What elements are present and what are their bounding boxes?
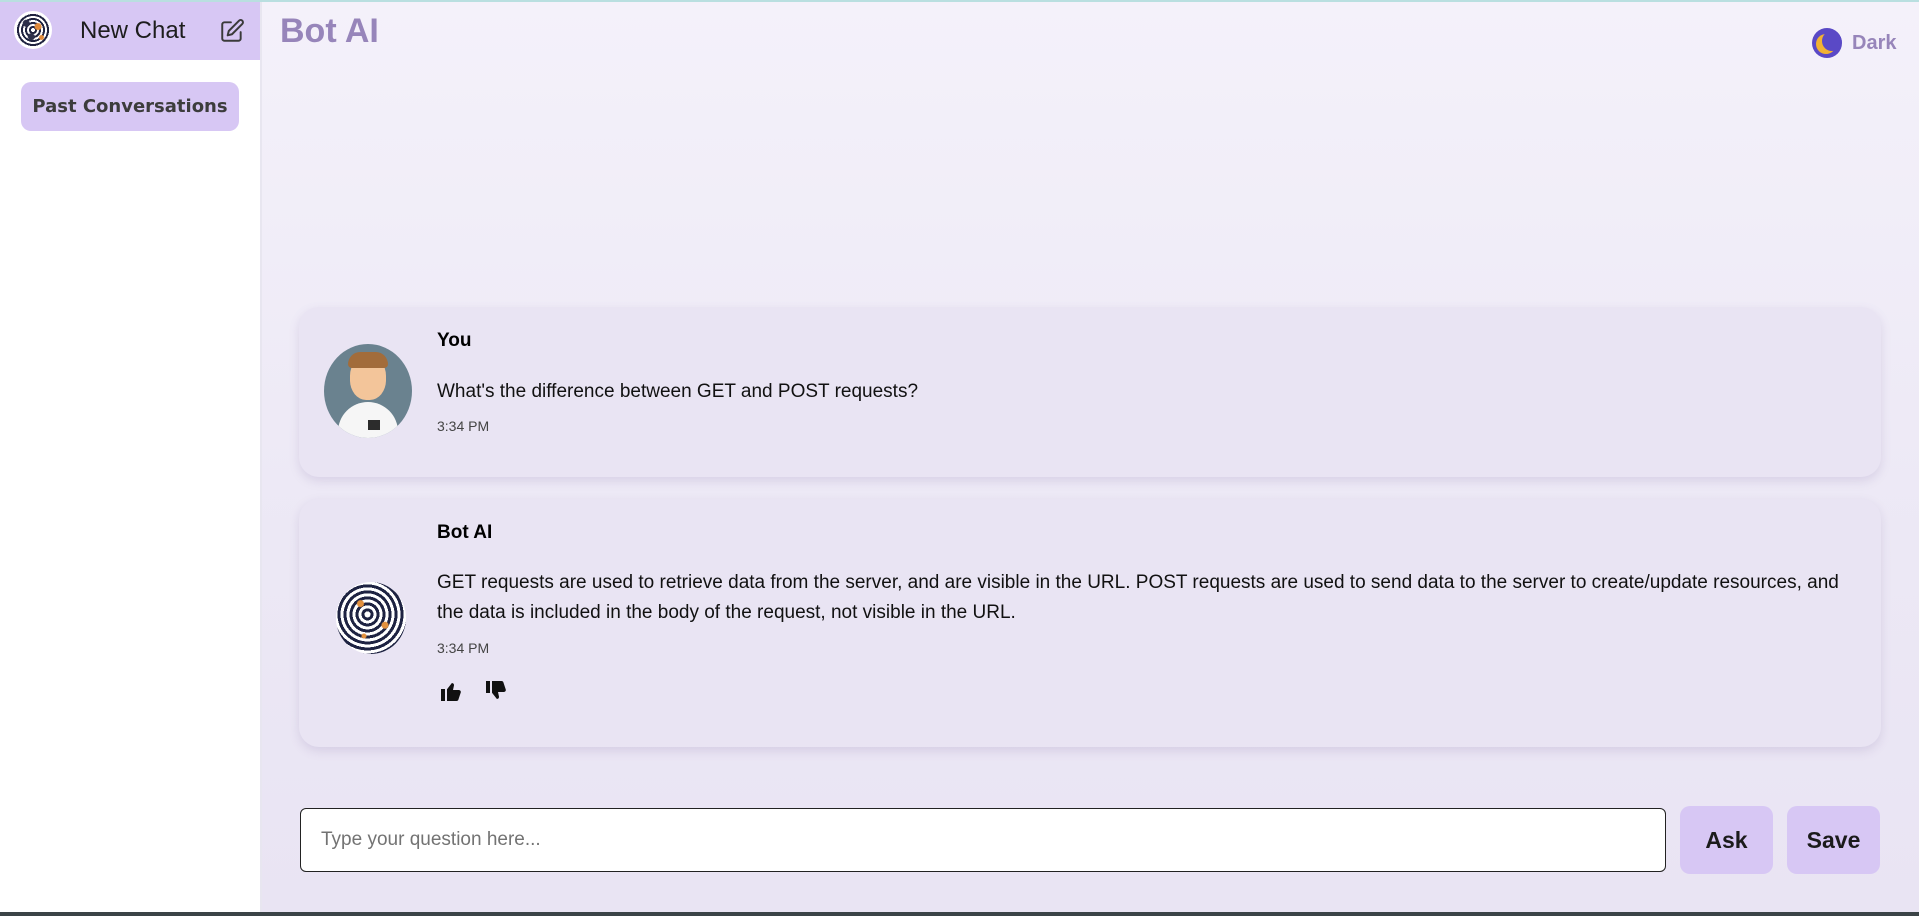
message-text: What's the difference between GET and PO… (437, 381, 919, 402)
avatar-hair (348, 352, 388, 368)
message-sender: You (437, 330, 472, 351)
new-chat-label[interactable]: New Chat (80, 17, 185, 45)
user-avatar (324, 344, 412, 438)
message-timestamp: 3:34 PM (437, 418, 490, 434)
message-sender: Bot AI (437, 522, 493, 543)
chat-main: Bot AI Dark You What's the difference be… (262, 2, 1919, 912)
bot-message-card: Bot AI GET requests are used to retrieve… (299, 499, 1881, 747)
app-title: Bot AI (280, 12, 379, 50)
sidebar: New Chat Past Conversations (0, 2, 260, 912)
window-bottom-edge (0, 912, 1919, 916)
question-input[interactable] (300, 808, 1666, 872)
user-message-card: You What's the difference between GET an… (299, 307, 1881, 477)
ask-button[interactable]: Ask (1680, 806, 1773, 874)
message-text: GET requests are used to retrieve data f… (437, 572, 1839, 623)
new-chat-bar[interactable]: New Chat (0, 2, 260, 60)
bot-logo-icon (14, 11, 52, 49)
avatar-bag (368, 420, 380, 430)
theme-toggle[interactable]: Dark (1812, 26, 1896, 60)
message-timestamp: 3:34 PM (437, 640, 490, 656)
theme-label[interactable]: Dark (1852, 32, 1896, 55)
moon-icon[interactable] (1812, 28, 1842, 58)
edit-icon[interactable] (219, 18, 245, 44)
thumbs-down-icon[interactable] (484, 679, 508, 703)
thumbs-up-icon[interactable] (439, 679, 463, 703)
bot-avatar (336, 582, 406, 654)
save-button[interactable]: Save (1787, 806, 1880, 874)
past-conversations-button[interactable]: Past Conversations (21, 82, 239, 131)
